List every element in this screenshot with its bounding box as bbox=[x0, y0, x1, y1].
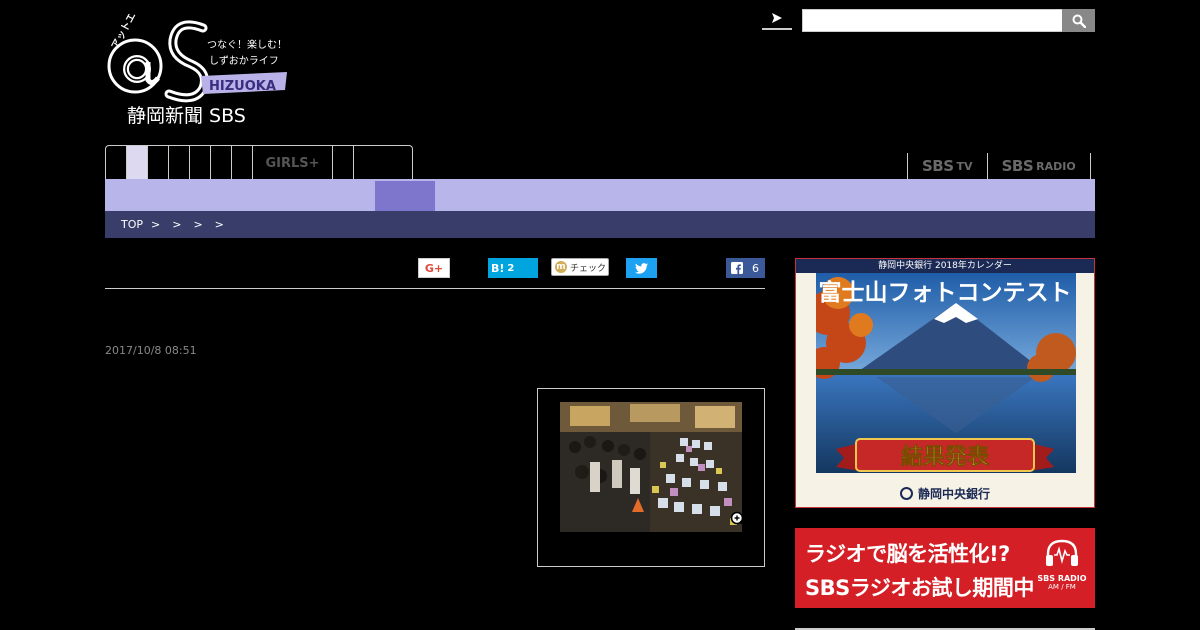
sub-nav-active-item[interactable] bbox=[375, 181, 435, 211]
twitter-icon bbox=[635, 262, 648, 274]
article-date: 2017/10/8 08:51 bbox=[105, 344, 197, 357]
mixi-label: チェック bbox=[570, 263, 607, 274]
sbs-tv-link[interactable]: SBS TV bbox=[907, 153, 987, 179]
nav-tab-7[interactable] bbox=[232, 146, 253, 180]
logo-publisher: 静岡新聞 SBS bbox=[127, 105, 246, 127]
nav-tab-4[interactable] bbox=[169, 146, 190, 180]
sbs-radio-main: SBS bbox=[1001, 157, 1034, 175]
nav-tab-3[interactable] bbox=[148, 146, 169, 180]
results-ribbon: 結果発表 bbox=[836, 438, 1054, 472]
ad-radio-line-1: ラジオで脳を活性化!? bbox=[805, 542, 1010, 566]
sbs-radio-suffix: RADIO bbox=[1036, 159, 1076, 173]
search-icon bbox=[1072, 14, 1086, 28]
bank-logo-icon bbox=[899, 486, 913, 500]
logo-region: HIZUOKA bbox=[209, 79, 276, 94]
nav-tab-girls-plus[interactable]: GIRLS+ bbox=[253, 146, 333, 180]
breadcrumb-separator: > bbox=[193, 218, 203, 231]
share-hatena-button[interactable]: B! 2 bbox=[488, 258, 538, 278]
brand-links: SBS TV SBS RADIO bbox=[907, 153, 1091, 179]
mixi-icon: m bbox=[555, 261, 567, 273]
breadcrumb-top-link[interactable]: TOP bbox=[121, 218, 143, 231]
ad-radio-badge-sub: AM / FM bbox=[1048, 583, 1076, 591]
ad-calendar-bank-name: 静岡中央銀行 bbox=[917, 486, 990, 501]
search-button[interactable] bbox=[1062, 9, 1095, 32]
breadcrumb: TOP > > > > bbox=[105, 211, 1095, 238]
sbs-radio-trial-ad[interactable]: ラジオで脳を活性化!? SBSラジオお試し期間中 SBS RADIO AM / … bbox=[795, 528, 1095, 608]
sbs-radio-link[interactable]: SBS RADIO bbox=[986, 153, 1091, 179]
main-nav: GIRLS+ bbox=[105, 145, 413, 180]
facebook-count: 6 bbox=[752, 261, 759, 275]
calendar-photo-contest-ad[interactable]: 静岡中央銀行 2018年カレンダー 富士山フォトコンテスト 結果発表 静岡中央銀… bbox=[795, 258, 1095, 508]
ad-calendar-title: 富士山フォトコンテスト bbox=[818, 279, 1072, 306]
headphones-icon bbox=[1046, 539, 1078, 566]
sbs-tv-main: SBS bbox=[922, 157, 954, 175]
sub-nav-bar bbox=[105, 179, 1095, 211]
nav-tab-6[interactable] bbox=[211, 146, 232, 180]
logo-tagline-1: つなぐ！楽しむ！ bbox=[207, 38, 287, 51]
search-toggle-icon[interactable] bbox=[762, 9, 792, 31]
share-twitter-button[interactable] bbox=[626, 258, 657, 278]
nav-tab-2[interactable] bbox=[127, 146, 148, 180]
zoom-in-icon[interactable] bbox=[729, 510, 749, 530]
ad-radio-badge-label: SBS RADIO bbox=[1037, 574, 1087, 583]
site-logo[interactable]: HIZUOKA アットエス つなぐ！楽しむ！ しずおかライフ 静岡新聞 SBS bbox=[105, 14, 295, 130]
search-input[interactable] bbox=[802, 9, 1070, 32]
breadcrumb-separator: > bbox=[172, 218, 182, 231]
ad-calendar-header: 静岡中央銀行 2018年カレンダー bbox=[796, 259, 1094, 273]
sbs-radio-badge: SBS RADIO AM / FM bbox=[1035, 538, 1089, 598]
breadcrumb-separator: > bbox=[151, 218, 161, 231]
ad-calendar-ribbon-text: 結果発表 bbox=[901, 444, 990, 470]
nav-tab-5[interactable] bbox=[190, 146, 211, 180]
hatena-icon: B! bbox=[491, 261, 505, 275]
nav-tab-9[interactable] bbox=[333, 146, 354, 180]
ad-calendar-bank: 静岡中央銀行 bbox=[796, 479, 1094, 507]
nav-tab-10[interactable] bbox=[354, 146, 391, 180]
logo-tagline-2: しずおかライフ bbox=[209, 55, 279, 67]
share-mixi-button[interactable]: m チェック bbox=[551, 258, 609, 276]
ad-radio-line-2: SBSラジオお試し期間中 bbox=[805, 576, 1034, 600]
facebook-icon bbox=[731, 262, 743, 274]
hatena-count: 2 bbox=[507, 262, 515, 274]
nav-tab-1[interactable] bbox=[106, 146, 127, 180]
sbs-tv-suffix: TV bbox=[956, 159, 973, 173]
title-divider bbox=[105, 288, 765, 289]
share-facebook-button[interactable]: 6 bbox=[726, 258, 765, 278]
googleplus-icon: G+ bbox=[424, 261, 444, 275]
share-googleplus-button[interactable]: G+ bbox=[418, 258, 450, 278]
breadcrumb-separator: > bbox=[214, 218, 224, 231]
article-photo[interactable] bbox=[560, 402, 742, 532]
